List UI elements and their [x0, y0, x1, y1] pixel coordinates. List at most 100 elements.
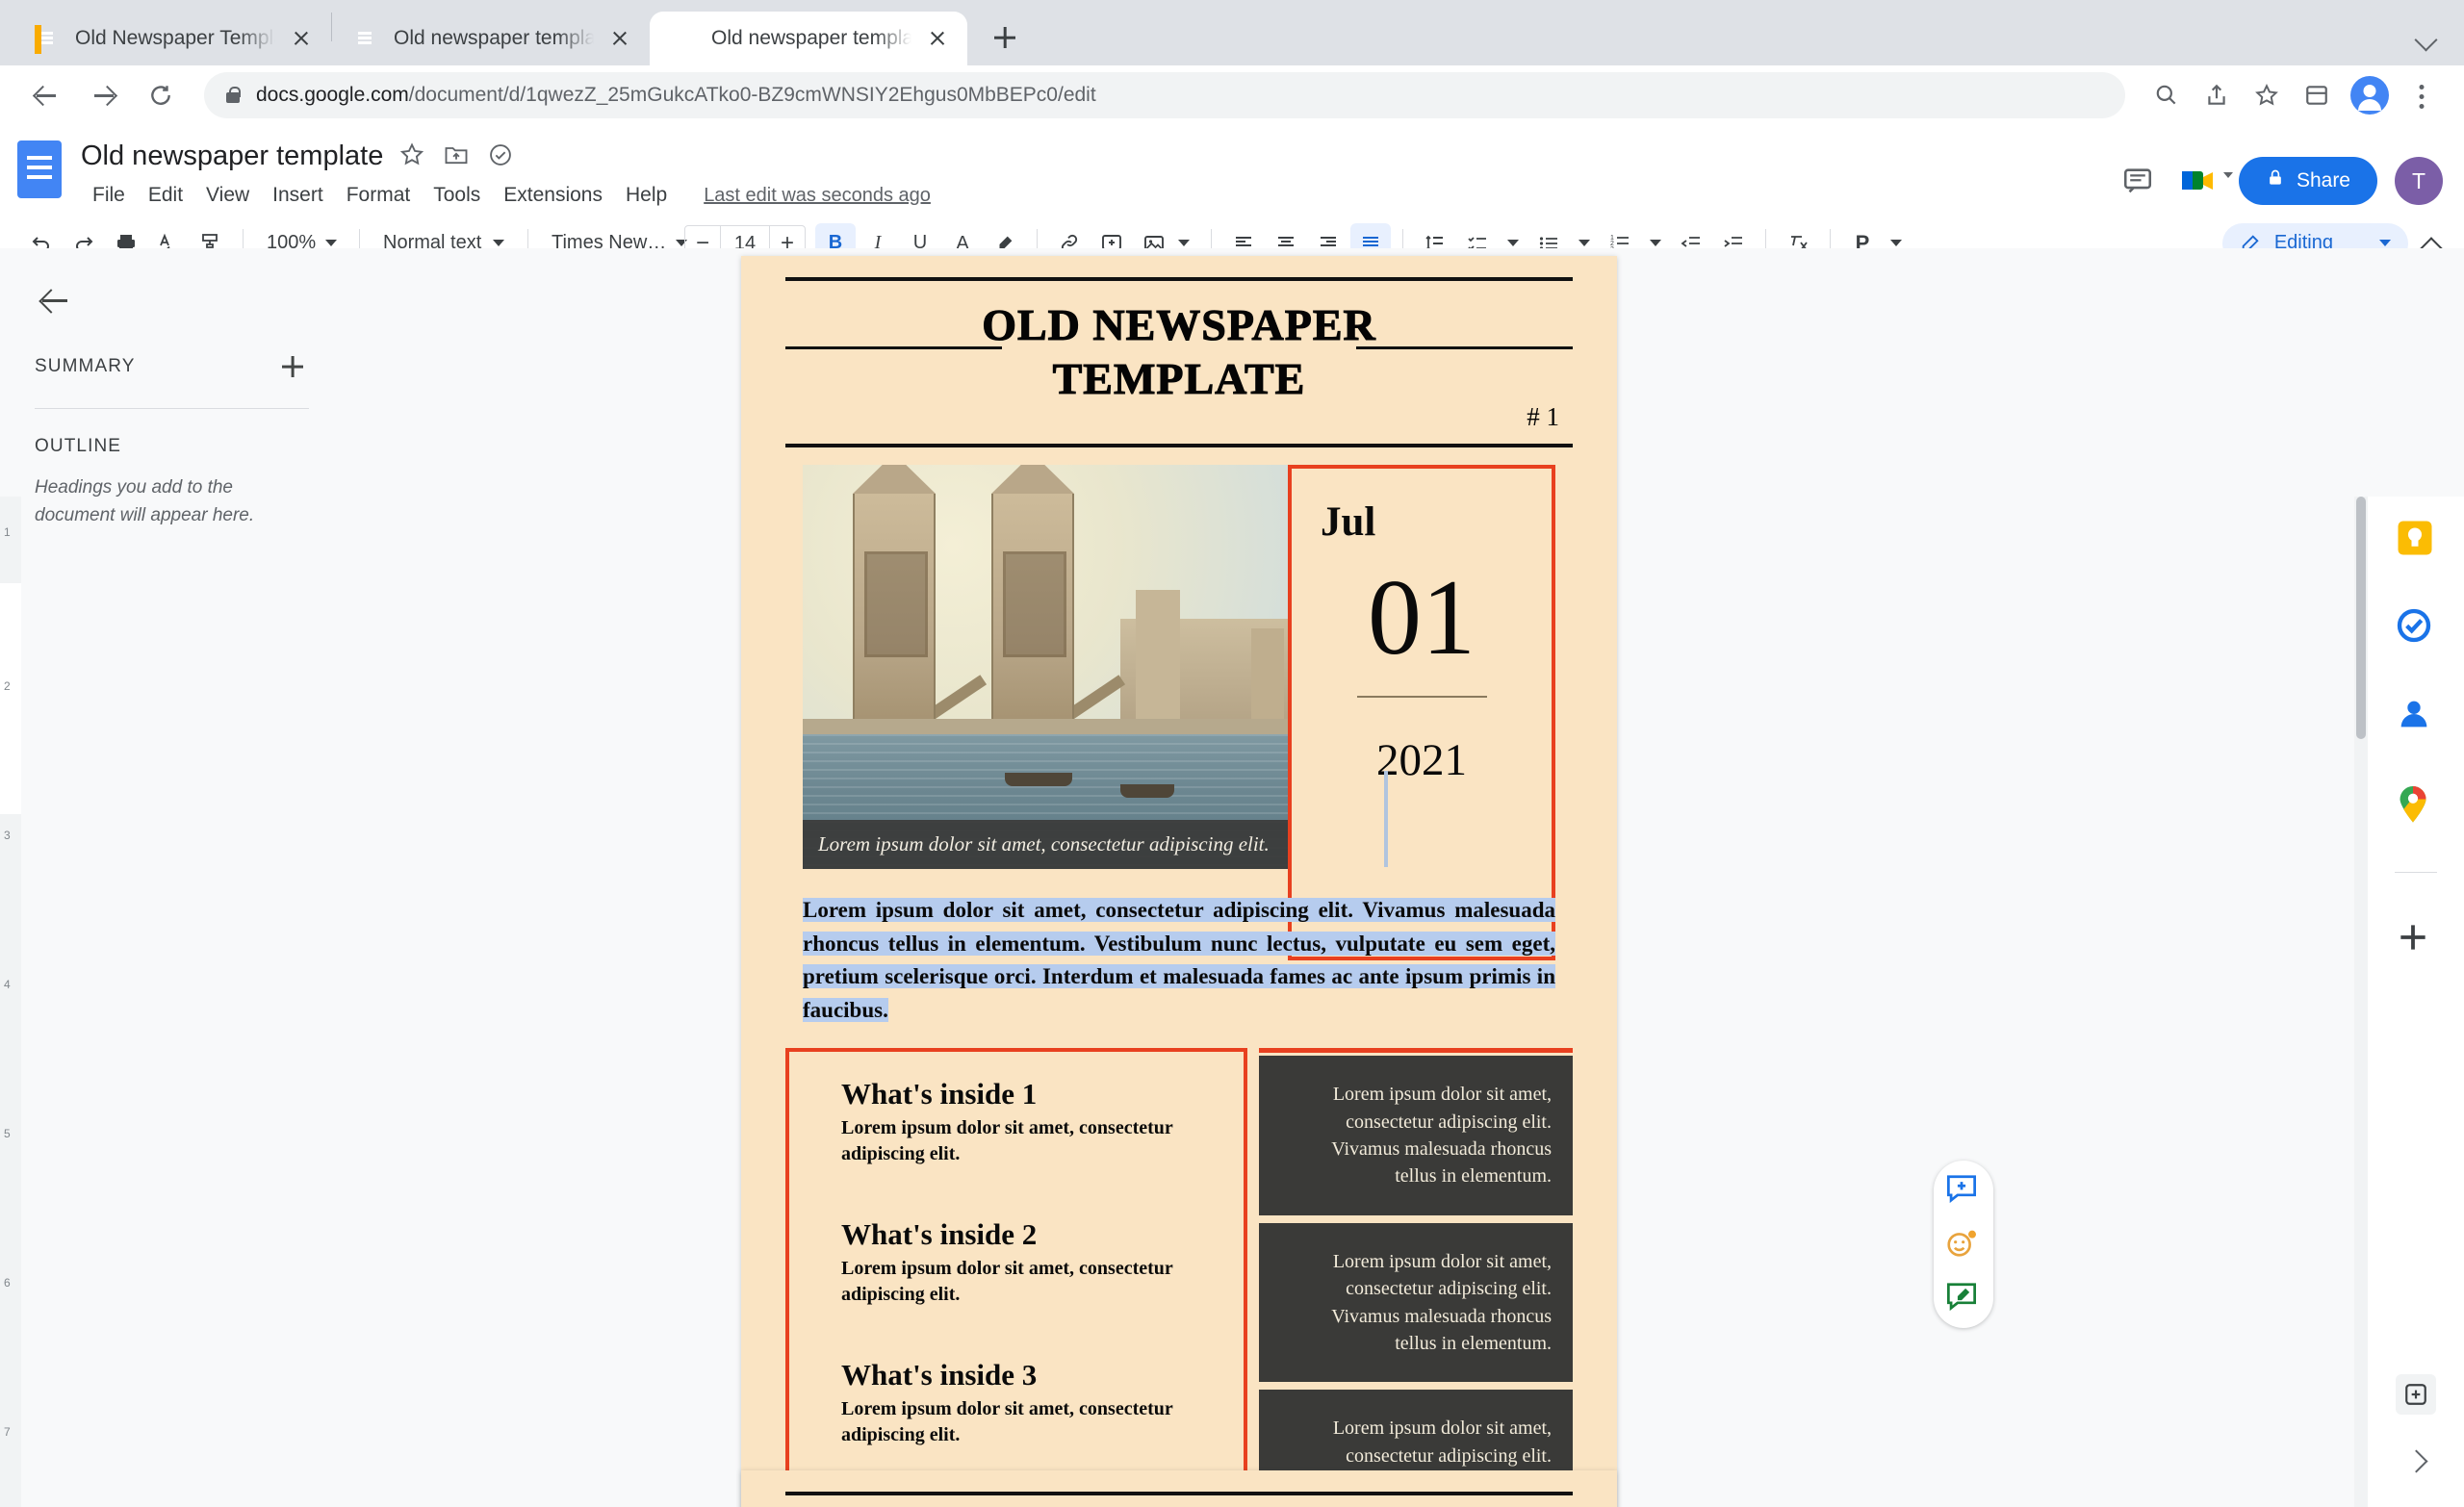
scrollbar-thumb[interactable] [2356, 497, 2366, 739]
add-summary-icon[interactable] [276, 350, 309, 383]
text-cursor [1384, 771, 1388, 867]
tab-title: Old Newspaper Template – Fre [75, 27, 275, 50]
menu-extensions[interactable]: Extensions [492, 179, 614, 212]
omnibox-icons [2144, 73, 2443, 117]
suggest-edits-icon[interactable] [1945, 1282, 1982, 1315]
menu-file[interactable]: File [81, 179, 137, 212]
meet-icon[interactable] [2177, 159, 2221, 203]
chevron-down-icon[interactable] [1578, 240, 1590, 246]
tab-title: Old newspaper template #1 - G [394, 27, 594, 50]
browser-menu-icon[interactable] [2400, 74, 2443, 116]
menu-view[interactable]: View [194, 179, 261, 212]
lead-paragraph[interactable]: Lorem ipsum dolor sit amet, consectetur … [803, 894, 1555, 1027]
document-page-1[interactable]: OLD NEWSPAPER TEMPLATE # 1 [741, 256, 1617, 1507]
tower-bridge-photo[interactable]: Lorem ipsum dolor sit amet, consectetur … [803, 465, 1303, 869]
move-to-folder-icon[interactable] [443, 141, 472, 170]
menu-help[interactable]: Help [614, 179, 679, 212]
menu-insert[interactable]: Insert [261, 179, 335, 212]
page-title[interactable]: Old newspaper template [81, 140, 383, 172]
docs-title-block: Old newspaper template File Edit View In… [81, 135, 2116, 217]
hero-photo-block[interactable]: Lorem ipsum dolor sit amet, consectetur … [803, 465, 1303, 869]
hero-row: Lorem ipsum dolor sit amet, consectetur … [785, 447, 1573, 869]
vertical-scrollbar[interactable] [2354, 497, 2368, 1507]
share-button[interactable]: Share [2239, 157, 2377, 205]
divider [35, 408, 309, 409]
vertical-ruler-number: 6 [4, 1276, 11, 1290]
photo-bridge-tower-right [991, 494, 1074, 734]
star-icon[interactable] [398, 141, 427, 170]
whats-inside-list[interactable]: What's inside 1 Lorem ipsum dolor sit am… [785, 1048, 1247, 1507]
back-icon[interactable] [21, 71, 69, 119]
photo-boat [1005, 773, 1072, 786]
lock-icon [223, 85, 243, 106]
whats-inside-item-2[interactable]: What's inside 2 Lorem ipsum dolor sit am… [841, 1217, 1215, 1308]
add-apps-icon[interactable] [2395, 919, 2437, 961]
google-docs-icon [671, 25, 698, 52]
browser-tab-1[interactable]: Old Newspaper Template – Fre [13, 12, 331, 65]
browser-tab-2[interactable]: Old newspaper template #1 - G [332, 12, 650, 65]
url-path: /document/d/1qwezZ_25mGukcATko0-BZ9cmWNS… [409, 84, 1096, 106]
photo-bridge-deck [803, 719, 1303, 734]
google-docs-folded-icon [35, 25, 62, 52]
photo-caption: Lorem ipsum dolor sit amet, consectetur … [803, 820, 1303, 869]
chevron-down-icon [325, 240, 337, 246]
add-comment-icon[interactable] [1945, 1174, 1982, 1207]
google-contacts-icon[interactable] [2395, 695, 2437, 737]
whats-inside-heading: What's inside 3 [841, 1358, 1215, 1392]
tab-search-chevron-down-icon[interactable] [2410, 21, 2443, 54]
issue-number: # 1 [785, 402, 1573, 432]
explore-icon[interactable] [2396, 1374, 2436, 1415]
comment-history-icon[interactable] [2116, 159, 2160, 203]
date-year: 2021 [1321, 734, 1523, 786]
chevron-down-icon[interactable] [1178, 240, 1190, 246]
address-bar[interactable]: docs.google.com/document/d/1qwezZ_25mGuk… [204, 72, 2125, 118]
dark-cards-accent-rule [1259, 1048, 1573, 1053]
date-day: 01 [1321, 556, 1523, 680]
vertical-ruler-number: 4 [4, 978, 11, 991]
menu-edit[interactable]: Edit [137, 179, 194, 212]
google-docs-logo-icon[interactable] [17, 140, 67, 206]
close-icon[interactable] [607, 26, 632, 51]
chevron-down-icon[interactable] [1890, 240, 1902, 246]
whats-inside-heading: What's inside 1 [841, 1077, 1215, 1111]
reload-icon[interactable] [137, 71, 185, 119]
whats-inside-item-1[interactable]: What's inside 1 Lorem ipsum dolor sit am… [841, 1077, 1215, 1167]
tabstrip-right-controls [2410, 21, 2464, 65]
browser-window: Old Newspaper Template – Fre Old newspap… [0, 0, 2464, 1507]
bookmark-star-icon[interactable] [2245, 73, 2289, 117]
tab-title: Old newspaper template - Goo [711, 27, 911, 50]
extensions-icon[interactable] [2295, 73, 2339, 117]
summary-label: SUMMARY [35, 356, 135, 377]
keep-notes-icon[interactable] [2395, 518, 2437, 560]
avatar[interactable]: T [2395, 157, 2443, 205]
chevron-down-icon[interactable] [1507, 240, 1519, 246]
google-maps-icon[interactable] [2395, 783, 2437, 826]
browser-tab-3-active[interactable]: Old newspaper template - Goo [650, 12, 967, 65]
search-icon[interactable] [2144, 73, 2189, 117]
last-edit-status[interactable]: Last edit was seconds ago [704, 185, 931, 207]
document-canvas[interactable]: OLD NEWSPAPER TEMPLATE # 1 [342, 248, 2464, 1507]
close-icon[interactable] [289, 26, 314, 51]
expand-panel-chevron-right-icon[interactable] [2397, 1442, 2435, 1480]
chevron-down-icon[interactable] [1650, 240, 1661, 246]
omnibox-bar: docs.google.com/document/d/1qwezZ_25mGuk… [0, 65, 2464, 125]
close-icon[interactable] [925, 26, 950, 51]
share-icon[interactable] [2194, 73, 2239, 117]
add-emoji-reaction-icon[interactable] [1945, 1228, 1982, 1261]
close-outline-back-icon[interactable] [35, 279, 77, 321]
document-page-2-peek[interactable] [741, 1470, 1617, 1507]
new-tab-button[interactable] [983, 15, 1027, 60]
page-content: OLD NEWSPAPER TEMPLATE # 1 [741, 256, 1617, 1507]
dark-card-1[interactable]: Lorem ipsum dolor sit amet, consectetur … [1259, 1056, 1573, 1215]
menu-format[interactable]: Format [335, 179, 423, 212]
cloud-saved-icon[interactable] [487, 141, 516, 170]
masthead: OLD NEWSPAPER TEMPLATE # 1 [785, 281, 1573, 438]
google-tasks-icon[interactable] [2395, 606, 2437, 649]
menu-tools[interactable]: Tools [422, 179, 492, 212]
dark-card-2[interactable]: Lorem ipsum dolor sit amet, consectetur … [1259, 1223, 1573, 1383]
browser-profile-avatar[interactable] [2350, 76, 2389, 115]
share-button-label: Share [2297, 169, 2350, 192]
forward-icon[interactable] [79, 71, 127, 119]
whats-inside-item-3[interactable]: What's inside 3 Lorem ipsum dolor sit am… [841, 1358, 1215, 1448]
vertical-ruler-number: 5 [4, 1127, 11, 1140]
